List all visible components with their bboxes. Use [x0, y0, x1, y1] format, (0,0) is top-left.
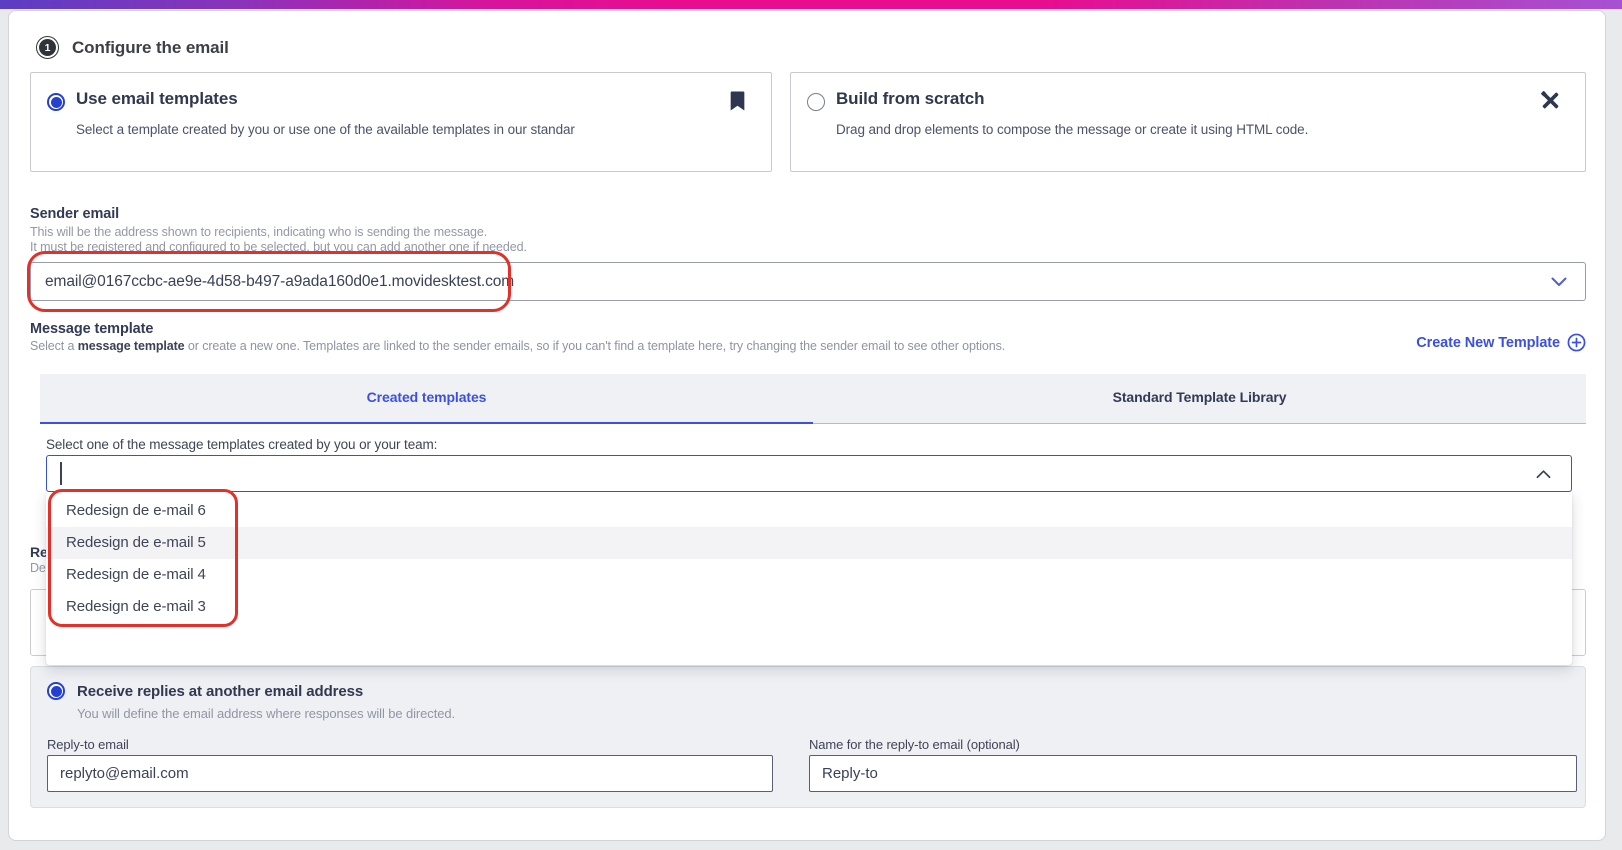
template-tabs: Created templates Standard Template Libr…	[40, 374, 1586, 424]
sender-email-label: Sender email	[30, 206, 120, 222]
top-gradient-bar	[0, 0, 1622, 9]
radio-receive-replies-other-address[interactable]	[47, 682, 65, 700]
template-search-input[interactable]	[46, 455, 1572, 492]
bookmark-icon	[728, 90, 747, 117]
radio-use-email-templates[interactable]	[47, 93, 65, 111]
dropdown-option[interactable]: Redesign de e-mail 4	[46, 559, 1572, 591]
radio-build-from-scratch[interactable]	[807, 93, 825, 111]
sender-email-select[interactable]: email@0167ccbc-ae9e-4d58-b497-a9ada160d0…	[30, 262, 1586, 301]
replies-description-fragment: De	[30, 561, 46, 575]
sender-email-selected-value: email@0167ccbc-ae9e-4d58-b497-a9ada160d0…	[45, 272, 515, 290]
reply-to-name-label: Name for the reply-to email (optional)	[809, 737, 1020, 752]
create-new-template-label: Create New Template	[1416, 334, 1560, 351]
description-bold: message template	[77, 339, 185, 353]
chevron-down-icon[interactable]	[1551, 277, 1567, 287]
reply-to-email-label: Reply-to email	[47, 737, 129, 752]
reply-to-email-input[interactable]	[47, 755, 773, 792]
create-new-template-link[interactable]: Create New Template	[1416, 333, 1586, 352]
email-campaign-configure-screen: 1 Configure the email Use email template…	[0, 0, 1622, 850]
tools-icon	[1540, 90, 1561, 116]
option-title: Use email templates	[76, 89, 238, 108]
message-template-label: Message template	[30, 321, 154, 337]
description-suffix: or create a new one. Templates are linke…	[184, 339, 1006, 353]
tab-standard-template-library[interactable]: Standard Template Library	[813, 374, 1586, 424]
chevron-up-icon[interactable]	[1536, 469, 1551, 479]
template-select-label: Select one of the message templates crea…	[46, 437, 438, 452]
option-description: Select a template created by you or use …	[76, 122, 575, 137]
step-number: 1	[39, 39, 56, 56]
message-template-description: Select a message template or create a ne…	[30, 339, 1005, 353]
option-title: Build from scratch	[836, 89, 985, 108]
dropdown-option[interactable]: Redesign de e-mail 6	[46, 495, 1572, 527]
tab-created-templates[interactable]: Created templates	[40, 374, 813, 424]
dropdown-option-highlighted[interactable]: Redesign de e-mail 5	[46, 527, 1572, 559]
step-header: 1 Configure the email	[36, 36, 229, 59]
option-card-use-email-templates[interactable]: Use email templates Select a template cr…	[30, 72, 772, 172]
option-card-receive-replies-other-address[interactable]: Receive replies at another email address…	[30, 666, 1586, 808]
plus-circle-icon	[1567, 333, 1586, 352]
reply-to-name-input[interactable]	[809, 755, 1577, 792]
replies-option-description: You will define the email address where …	[77, 706, 455, 721]
option-description: Drag and drop elements to compose the me…	[836, 122, 1309, 137]
replies-option-title: Receive replies at another email address	[77, 683, 364, 700]
option-card-build-from-scratch[interactable]: Build from scratch Drag and drop element…	[790, 72, 1586, 172]
text-cursor	[60, 462, 62, 485]
dropdown-option[interactable]: Redesign de e-mail 3	[46, 591, 1572, 623]
sender-email-description-2: It must be registered and configured to …	[30, 240, 527, 254]
description-prefix: Select a	[30, 339, 78, 353]
template-dropdown-panel: Redesign de e-mail 6 Redesign de e-mail …	[46, 492, 1572, 665]
step-title: Configure the email	[72, 37, 229, 57]
sender-email-description-1: This will be the address shown to recipi…	[30, 225, 488, 239]
step-number-badge: 1	[36, 36, 59, 59]
